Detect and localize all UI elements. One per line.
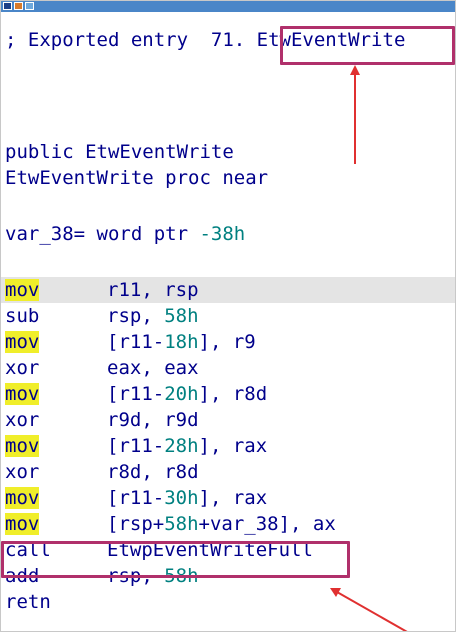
operand-text: [r11- <box>107 331 165 353</box>
operand-text: ], r9 <box>198 331 256 353</box>
operand-text: r8d, r8d <box>107 461 199 483</box>
instruction-row[interactable]: mov [r11-30h], rax <box>5 485 267 511</box>
instruction-operands: [r11-28h], rax <box>107 435 267 457</box>
comment-prefix: ; Exported entry 71. <box>5 29 257 51</box>
instruction-mnemonic: mov <box>5 435 40 457</box>
ida-window-icon[interactable] <box>3 2 12 10</box>
instruction-operands: [r11-30h], rax <box>107 487 267 509</box>
ida-edit-icon[interactable] <box>14 2 23 10</box>
instruction-row[interactable]: mov [r11-28h], rax <box>5 433 267 459</box>
operand-text: [r11- <box>107 487 165 509</box>
instruction-operands: r9d, r9d <box>107 409 199 431</box>
operand-text: rsp, <box>107 305 165 327</box>
instruction-row[interactable]: sub rsp, 58h <box>5 303 199 329</box>
instruction-operands: [rsp+58h+var_38], ax <box>107 513 336 535</box>
stack-variable-offset: -38h <box>199 223 246 245</box>
instruction-mnemonic: retn <box>5 591 51 613</box>
operand-text: ], rax <box>198 435 268 457</box>
instruction-mnemonic: xor <box>5 461 40 483</box>
instruction-mnemonic: xor <box>5 409 40 431</box>
instruction-row[interactable]: xor r9d, r9d <box>5 407 199 433</box>
stack-variable-declaration: var_38= word ptr -38h <box>5 221 245 247</box>
arrow-to-call <box>330 588 408 631</box>
instruction-mnemonic: xor <box>5 357 40 379</box>
instruction-mnemonic: sub <box>5 305 40 327</box>
operand-text: eax, eax <box>107 357 199 379</box>
operand-number: 18h <box>164 331 199 353</box>
instruction-operands: r8d, r8d <box>107 461 199 483</box>
operand-number: 20h <box>164 383 199 405</box>
instruction-operands: [r11-20h], r8d <box>107 383 267 405</box>
operand-number: 28h <box>164 435 199 457</box>
operand-text: +var_38], ax <box>198 513 336 535</box>
call-annotation-box <box>1 541 350 578</box>
instruction-operands: eax, eax <box>107 357 199 379</box>
operand-text: r9d, r9d <box>107 409 199 431</box>
operand-number: 58h <box>164 305 199 327</box>
instruction-operands: [r11-18h], r9 <box>107 331 256 353</box>
instruction-row[interactable]: xor r8d, r8d <box>5 459 199 485</box>
export-name-annotation-box <box>280 26 455 65</box>
stack-variable-type: = word ptr <box>73 223 200 245</box>
arrow-to-export-name <box>350 65 360 164</box>
public-declaration: public EtwEventWrite <box>5 139 234 165</box>
proc-keyword: proc near <box>153 167 269 189</box>
instruction-row[interactable]: mov [rsp+58h+var_38], ax <box>5 511 336 537</box>
instruction-mnemonic: mov <box>5 513 40 535</box>
operand-text: r11, rsp <box>107 279 199 301</box>
operand-text: ], rax <box>198 487 268 509</box>
operand-text: [r11- <box>107 383 165 405</box>
instruction-row[interactable]: retn <box>5 589 107 615</box>
instruction-operands: r11, rsp <box>107 279 199 301</box>
instruction-row[interactable]: mov [r11-20h], r8d <box>5 381 267 407</box>
instruction-mnemonic: mov <box>5 279 40 301</box>
proc-symbol[interactable]: EtwEventWrite <box>5 167 154 189</box>
toolbar <box>1 1 455 12</box>
operand-text: ], r8d <box>198 383 268 405</box>
instruction-mnemonic: mov <box>5 487 40 509</box>
instruction-operands: rsp, 58h <box>107 305 199 327</box>
instruction-mnemonic: mov <box>5 383 40 405</box>
proc-declaration: EtwEventWrite proc near <box>5 165 268 191</box>
operand-number: 30h <box>164 487 199 509</box>
instruction-row[interactable]: xor eax, eax <box>5 355 199 381</box>
ida-graph-icon[interactable] <box>25 2 34 10</box>
instruction-row[interactable]: mov [r11-18h], r9 <box>5 329 256 355</box>
instruction-mnemonic: mov <box>5 331 40 353</box>
operand-text: [r11- <box>107 435 165 457</box>
public-symbol[interactable]: EtwEventWrite <box>85 141 234 163</box>
stack-variable-name[interactable]: var_38 <box>5 223 74 245</box>
disassembly-view: ; Exported entry 71. EtwEventWrite publi… <box>0 0 456 632</box>
operand-text: [rsp+ <box>107 513 165 535</box>
operand-number: 58h <box>164 513 199 535</box>
instruction-row[interactable]: mov r11, rsp <box>5 277 199 303</box>
public-keyword: public <box>5 141 86 163</box>
